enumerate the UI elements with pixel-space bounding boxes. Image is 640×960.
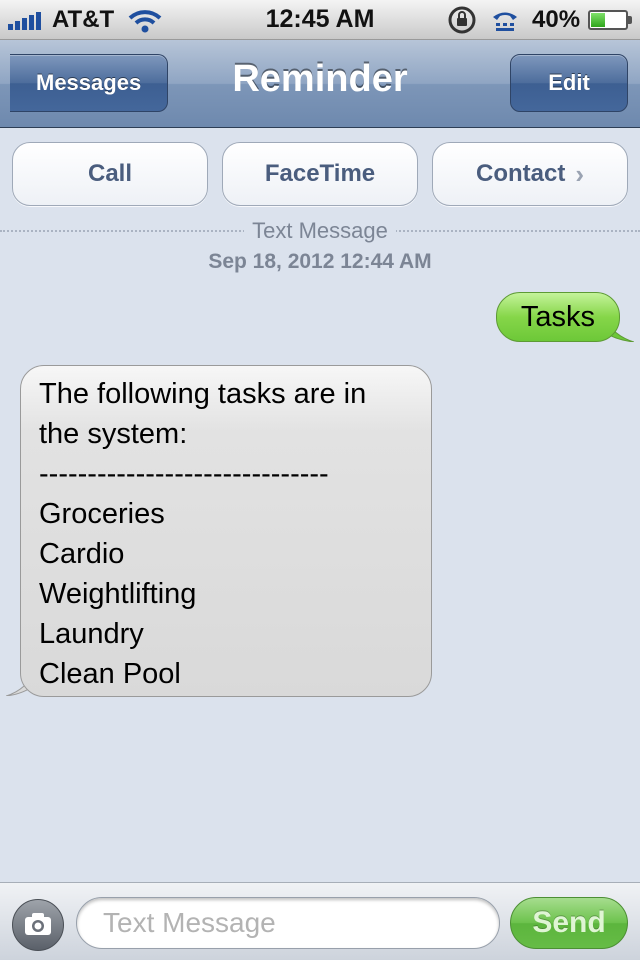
- contact-button-label: Contact: [475, 160, 566, 187]
- message-timestamp: Sep 18, 2012 12:44 AM: [208, 250, 432, 273]
- facetime-button-label: FaceTime: [264, 160, 376, 187]
- status-bar: AT&T 12:45 AM 40%: [0, 0, 640, 40]
- message-line: ------------------------------: [39, 458, 329, 490]
- call-button-label: Call: [87, 160, 132, 187]
- camera-button[interactable]: [12, 899, 64, 951]
- battery-icon: [588, 10, 632, 30]
- composer-bar: Send: [0, 882, 640, 960]
- nav-bar: Messages Reminder Edit: [0, 40, 640, 128]
- contact-button[interactable]: Contact ›: [432, 142, 628, 206]
- message-line: The following tasks are in: [39, 378, 367, 410]
- chevron-right-icon: ›: [575, 158, 584, 189]
- message-text: Tasks: [520, 300, 596, 333]
- call-button[interactable]: Call: [12, 142, 208, 206]
- message-type-text: Text Message: [244, 218, 396, 243]
- message-line: Laundry: [39, 618, 144, 650]
- message-type-label: Text Message: [0, 218, 640, 244]
- edit-button[interactable]: Edit: [510, 54, 628, 112]
- facetime-button[interactable]: FaceTime: [222, 142, 418, 206]
- battery-percent: 40%: [532, 6, 581, 33]
- message-line: Weightlifting: [39, 578, 197, 610]
- message-input[interactable]: [76, 897, 500, 949]
- battery-fill: [591, 13, 606, 27]
- orientation-lock-icon: [448, 6, 476, 34]
- send-button[interactable]: Send: [510, 897, 628, 949]
- incoming-message-bubble[interactable]: The following tasks are in the system: -…: [20, 365, 432, 697]
- message-line: the system:: [39, 418, 188, 450]
- edit-button-label: Edit: [548, 70, 590, 95]
- message-line: Groceries: [39, 498, 165, 530]
- tty-icon: [493, 12, 517, 31]
- send-button-label: Send: [532, 906, 606, 939]
- message-line: Clean Pool: [39, 658, 181, 690]
- outgoing-message-bubble[interactable]: Tasks: [496, 292, 620, 342]
- message-line: Cardio: [39, 538, 125, 570]
- camera-icon: [25, 913, 51, 935]
